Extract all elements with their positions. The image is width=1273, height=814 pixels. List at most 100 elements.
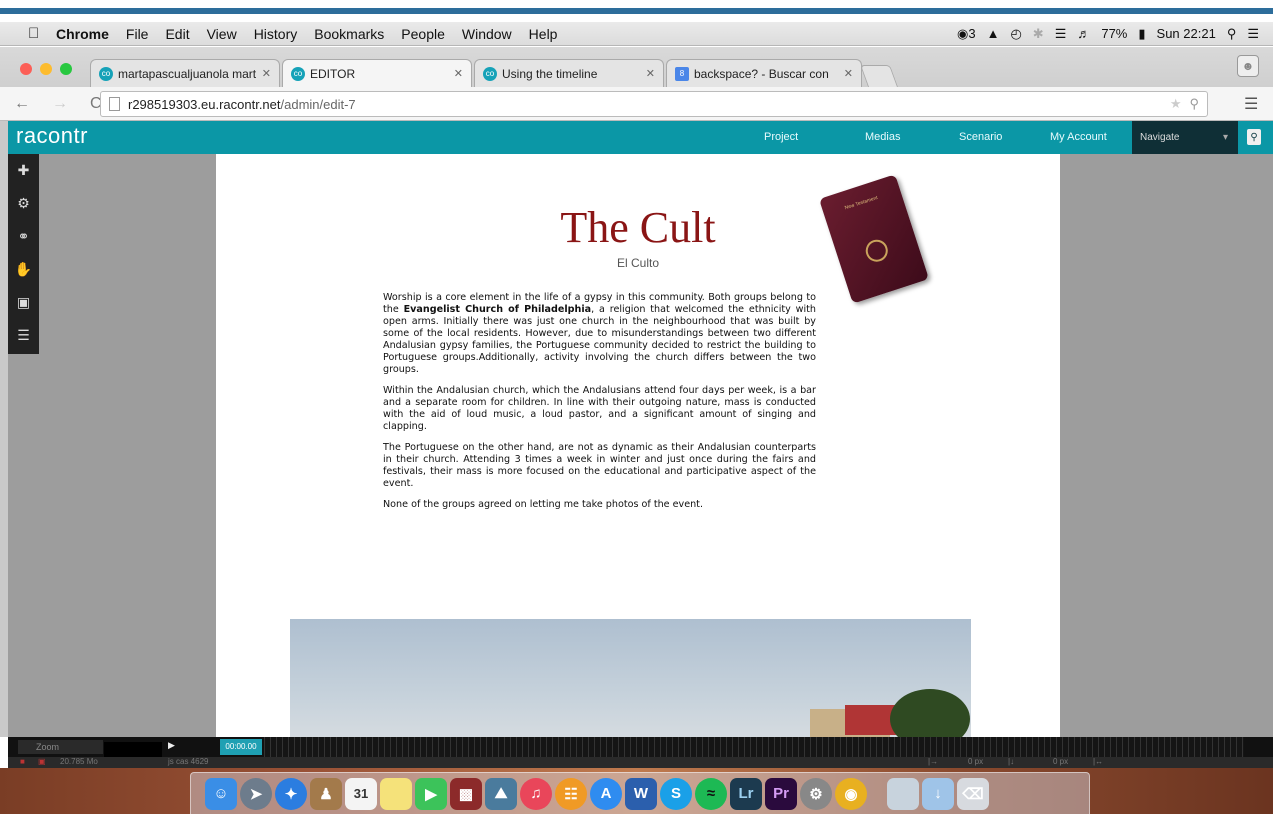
apple-icon[interactable]:  bbox=[28, 25, 56, 42]
itunes-icon[interactable]: ♫ bbox=[520, 777, 552, 810]
mac-menubar:  Chrome File Edit View History Bookmark… bbox=[0, 22, 1273, 46]
editor-status-bar: ■ ▣ 20.785 Mo js cas 4629 |→ 0 px |↓ 0 p… bbox=[8, 757, 1273, 768]
minimize-window-icon[interactable] bbox=[40, 63, 52, 75]
menu-bookmarks[interactable]: Bookmarks bbox=[314, 26, 384, 42]
chevron-down-icon: ▾ bbox=[1222, 132, 1228, 143]
profile-icon[interactable]: ☻ bbox=[1237, 55, 1259, 77]
ibooks-icon[interactable]: ☷ bbox=[555, 777, 587, 810]
arrow-right-icon: |→ bbox=[928, 757, 939, 766]
downloads-icon[interactable]: ↓ bbox=[922, 777, 954, 810]
page-canvas[interactable]: The Cult El Culto New Testament Worship … bbox=[216, 154, 1060, 737]
forward-arrow-icon[interactable]: → bbox=[52, 95, 76, 113]
wifi-icon[interactable]: ☰ bbox=[1055, 26, 1067, 42]
bluetooth-icon[interactable]: ✱ bbox=[1033, 26, 1044, 42]
menu-people[interactable]: People bbox=[401, 26, 445, 42]
menu-edit[interactable]: Edit bbox=[165, 26, 189, 42]
finder-icon[interactable]: ☺ bbox=[205, 777, 237, 810]
app-store-icon[interactable]: A bbox=[590, 777, 622, 810]
menu-help[interactable]: Help bbox=[529, 26, 558, 42]
new-tab-button[interactable] bbox=[859, 65, 899, 87]
zoom-control[interactable]: Zoom bbox=[18, 740, 103, 754]
calendar-icon[interactable]: 31 bbox=[345, 777, 377, 810]
paragraph-1: Worship is a core element in the life of… bbox=[383, 292, 816, 375]
launchpad-icon[interactable]: ➤ bbox=[240, 777, 272, 810]
url-input[interactable]: r298519303.eu.racontr.net/admin/edit-7 ★… bbox=[100, 91, 1208, 117]
nav-my-account[interactable]: My Account bbox=[1050, 131, 1107, 143]
menu-window[interactable]: Window bbox=[462, 26, 512, 42]
volume-icon[interactable]: ♬ bbox=[1077, 26, 1090, 41]
menu-view[interactable]: View bbox=[207, 26, 237, 42]
settings-gear-icon[interactable]: ⚙ bbox=[8, 187, 39, 220]
address-toolbar: ← → C r298519303.eu.racontr.net/admin/ed… bbox=[0, 87, 1273, 121]
notification-center-icon[interactable]: ☰ bbox=[1247, 26, 1259, 42]
tab-using-the-timeline[interactable]: co Using the timeline ✕ bbox=[474, 59, 664, 87]
word-icon[interactable]: W bbox=[625, 777, 657, 810]
bible-book-image[interactable]: New Testament bbox=[818, 174, 930, 304]
trash-icon[interactable]: ⌫ bbox=[957, 777, 989, 810]
dock-folder-icon[interactable] bbox=[887, 777, 919, 810]
arrow-down-icon: |↓ bbox=[1008, 757, 1015, 766]
racontr-favicon-icon: co bbox=[291, 66, 305, 81]
spotlight-icon[interactable]: ⚲ bbox=[1227, 26, 1237, 42]
nav-medias[interactable]: Medias bbox=[865, 131, 900, 143]
navigate-select[interactable]: Navigate ▾ bbox=[1132, 121, 1238, 154]
menu-file[interactable]: File bbox=[126, 26, 149, 42]
menu-history[interactable]: History bbox=[254, 26, 298, 42]
timecode-display[interactable]: 00:00.00 bbox=[220, 739, 262, 755]
play-icon[interactable]: ▶ bbox=[168, 740, 175, 751]
racontr-logo[interactable]: racontr bbox=[16, 123, 88, 149]
position-x: 0 px bbox=[968, 757, 984, 766]
window-top-border bbox=[0, 0, 1273, 22]
facetime-icon[interactable]: ▶ bbox=[415, 777, 447, 810]
skype-icon[interactable]: S bbox=[660, 777, 692, 810]
layers-icon[interactable]: ☰ bbox=[8, 319, 39, 352]
tab-close-icon[interactable]: ✕ bbox=[844, 67, 853, 80]
iphoto-icon[interactable]: ⛰ bbox=[485, 777, 517, 810]
add-icon[interactable]: ✚ bbox=[8, 154, 39, 187]
back-arrow-icon[interactable]: ← bbox=[14, 95, 38, 113]
file-icon[interactable]: ▣ bbox=[8, 286, 39, 319]
zoom-magnifier-icon[interactable]: ⚲ bbox=[1189, 96, 1199, 112]
spotify-icon[interactable]: ≈ bbox=[695, 777, 727, 810]
paragraph-2: Within the Andalusian church, which the … bbox=[383, 385, 816, 432]
notes-icon[interactable] bbox=[380, 777, 412, 810]
photo-tree bbox=[890, 689, 970, 737]
browser-tab-bar: co martapascualjuanola mart ✕ co EDITOR … bbox=[0, 47, 1273, 87]
bookmark-star-icon[interactable]: ★ bbox=[1170, 96, 1182, 112]
tab-editor[interactable]: co EDITOR ✕ bbox=[282, 59, 472, 87]
hand-pointer-icon[interactable]: ✋ bbox=[8, 253, 39, 286]
maximize-window-icon[interactable] bbox=[60, 63, 72, 75]
status-badge-icon[interactable]: ◉3 bbox=[957, 26, 976, 42]
landscape-photo[interactable] bbox=[290, 619, 971, 737]
safari-icon[interactable]: ✦ bbox=[275, 777, 307, 810]
chrome-icon[interactable]: ◉ bbox=[835, 777, 867, 810]
tab-martapascual[interactable]: co martapascualjuanola mart ✕ bbox=[90, 59, 280, 87]
time-machine-icon[interactable]: ◴ bbox=[1010, 26, 1021, 42]
tab-close-icon[interactable]: ✕ bbox=[646, 67, 655, 80]
tab-backspace-search[interactable]: 8 backspace? - Buscar con ✕ bbox=[666, 59, 862, 87]
body-text-block[interactable]: Worship is a core element in the life of… bbox=[383, 292, 816, 520]
chrome-menu-icon[interactable]: ☰ bbox=[1244, 94, 1258, 114]
premiere-icon[interactable]: Pr bbox=[765, 777, 797, 810]
close-window-icon[interactable] bbox=[20, 63, 32, 75]
battery-percent[interactable]: 77% bbox=[1101, 26, 1127, 41]
nav-scenario[interactable]: Scenario bbox=[959, 131, 1002, 143]
contacts-icon[interactable]: ♟ bbox=[310, 777, 342, 810]
system-preferences-icon[interactable]: ⚙ bbox=[800, 777, 832, 810]
status-red-icon: ■ bbox=[20, 757, 25, 766]
lightroom-icon[interactable]: Lr bbox=[730, 777, 762, 810]
search-icon[interactable]: ⚲ bbox=[1247, 129, 1261, 145]
tab-close-icon[interactable]: ✕ bbox=[454, 67, 463, 80]
adobe-icon[interactable]: ▲ bbox=[987, 26, 1000, 41]
nav-project[interactable]: Project bbox=[764, 131, 798, 143]
timeline-ruler[interactable] bbox=[264, 737, 1244, 757]
window-left-edge bbox=[0, 121, 8, 737]
page-title[interactable]: The Cult bbox=[216, 202, 1060, 253]
clock[interactable]: Sun 22:21 bbox=[1157, 26, 1216, 41]
racontr-favicon-icon: co bbox=[483, 66, 497, 81]
link-icon[interactable]: ⚭ bbox=[8, 220, 39, 253]
page-subtitle[interactable]: El Culto bbox=[216, 256, 1060, 270]
tab-close-icon[interactable]: ✕ bbox=[262, 67, 271, 80]
menu-app-name[interactable]: Chrome bbox=[56, 26, 109, 42]
photo-booth-icon[interactable]: ▩ bbox=[450, 777, 482, 810]
